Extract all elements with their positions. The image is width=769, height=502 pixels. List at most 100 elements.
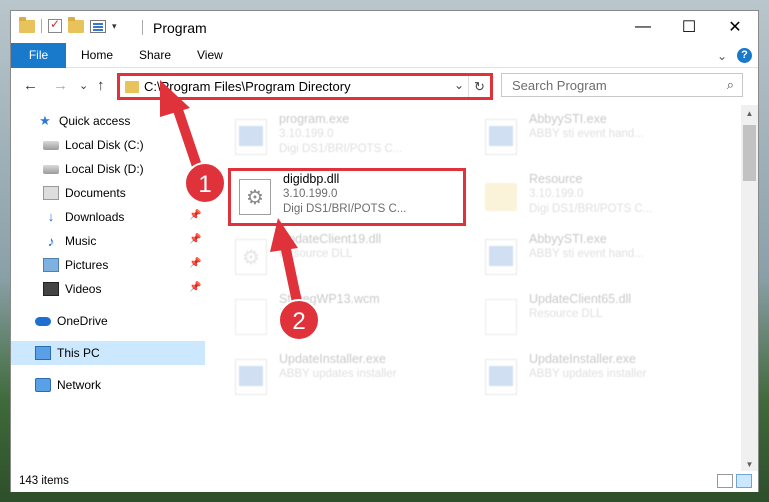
sidebar-item-documents[interactable]: Documents 📌 [11, 181, 205, 205]
sidebar-item-local-disk-c[interactable]: Local Disk (C:) [11, 133, 205, 157]
pin-icon[interactable]: 📌 [189, 234, 201, 245]
view-toggle [717, 474, 752, 488]
tab-share[interactable]: Share [139, 43, 171, 68]
file-description: Resource DLL [529, 308, 603, 320]
exe-file-icon [235, 119, 267, 155]
pin-icon[interactable]: 📌 [189, 186, 201, 197]
address-path[interactable]: C:\Program Files\Program Directory [144, 79, 351, 94]
file-description: ABBY updates installer [529, 368, 647, 380]
sidebar-item-label: OneDrive [57, 314, 108, 328]
list-item[interactable]: program.exe 3.10.199.0 Digi DS1/BRI/POTS… [229, 109, 461, 165]
sidebar-item-label: This PC [57, 346, 100, 360]
expand-ribbon-chevron-down-icon[interactable]: ⌄ [717, 49, 727, 63]
exe-file-icon [485, 359, 517, 395]
sidebar-item-this-pc[interactable]: This PC [11, 341, 205, 365]
dll-file-icon [235, 239, 267, 275]
large-icons-view-icon[interactable] [736, 474, 752, 488]
sidebar-item-onedrive[interactable]: OneDrive [11, 309, 205, 333]
drive-icon [43, 140, 59, 150]
file-name: UpdateClient65.dll [529, 292, 632, 306]
pin-icon[interactable]: 📌 [189, 258, 201, 269]
recent-locations-chevron-down-icon[interactable]: ⌄ [79, 79, 88, 92]
list-item[interactable]: StiRegWP13.wcm File [229, 289, 461, 345]
sidebar-item-quick-access[interactable]: ★ Quick access [11, 109, 205, 133]
sidebar-item-label: Documents [65, 186, 126, 200]
scroll-up-arrow-icon[interactable]: ▲ [741, 105, 758, 122]
details-view-icon[interactable] [717, 474, 733, 488]
address-row: ← → ⌄ ↑ C:\Program Files\Program Directo… [11, 69, 758, 103]
file-name: program.exe [279, 112, 350, 126]
up-arrow-icon[interactable]: ↑ [97, 77, 105, 94]
list-item[interactable]: AbbyySTI.exe ABBY sti event hand... [479, 109, 711, 165]
status-bar: 143 items [11, 471, 758, 492]
customize-toolbar-chevron-down-icon[interactable]: ▾ [112, 21, 117, 32]
exe-file-icon [235, 359, 267, 395]
properties-check-icon[interactable] [48, 17, 62, 33]
list-item[interactable]: UpdateClient65.dll Resource DLL [479, 289, 711, 345]
close-button[interactable]: ✕ [712, 11, 758, 43]
network-icon [35, 378, 51, 392]
file-explorer-window: ▾ Program — ☐ ✕ File Home Share View ⌄ ?… [10, 10, 759, 492]
ribbon-tabs: File Home Share View ⌄ ? [11, 43, 758, 68]
sidebar-item-downloads[interactable]: ↓ Downloads 📌 [11, 205, 205, 229]
sidebar-item-label: Videos [65, 282, 102, 296]
list-item[interactable]: UpdateInstaller.exe ABBY updates install… [479, 349, 711, 405]
highlight-box [228, 168, 466, 226]
file-name: UpdateClient19.dll [279, 232, 382, 246]
list-item[interactable]: UpdateInstaller.exe ABBY updates install… [229, 349, 461, 405]
forward-arrow-icon[interactable]: → [53, 77, 68, 94]
pin-icon[interactable]: 📌 [189, 210, 201, 221]
list-item[interactable]: Resource 3.10.199.0 Digi DS1/BRI/POTS C.… [479, 169, 711, 225]
tab-view[interactable]: View [197, 43, 223, 68]
navigation-pane: ★ Quick access Local Disk (C:) Local Dis… [11, 105, 205, 460]
folder-icon [125, 81, 139, 93]
sidebar-item-network[interactable]: Network [11, 373, 205, 397]
divider [142, 20, 143, 35]
sidebar-item-music[interactable]: ♪ Music 📌 [11, 229, 205, 253]
file-name: AbbyySTI.exe [529, 112, 607, 126]
address-chevron-down-icon[interactable]: ⌄ [454, 78, 464, 92]
file-icon [235, 299, 267, 335]
back-arrow-icon[interactable]: ← [23, 77, 38, 94]
tab-home[interactable]: Home [81, 43, 113, 68]
onedrive-icon [35, 316, 51, 326]
sidebar-item-pictures[interactable]: Pictures 📌 [11, 253, 205, 277]
refresh-icon[interactable]: ↻ [468, 76, 490, 97]
file-description: ABBY sti event hand... [529, 248, 644, 260]
new-folder-icon[interactable] [68, 16, 84, 33]
maximize-button[interactable]: ☐ [666, 11, 712, 43]
sidebar-item-label: Downloads [65, 210, 125, 224]
dll-file-icon [485, 299, 517, 335]
help-icon[interactable]: ? [737, 48, 752, 63]
properties-icon[interactable] [90, 19, 106, 33]
downloads-icon: ↓ [47, 209, 55, 224]
file-description: Resource DLL [279, 248, 353, 260]
this-pc-icon [35, 346, 51, 360]
search-input[interactable]: Search Program ⌕ [501, 73, 743, 97]
search-icon[interactable]: ⌕ [727, 77, 734, 93]
sidebar-item-label: Local Disk (C:) [65, 138, 144, 152]
pictures-icon [43, 258, 59, 272]
file-description: File [279, 308, 298, 320]
sidebar-item-label: Local Disk (D:) [65, 162, 144, 176]
tab-file[interactable]: File [11, 43, 66, 68]
scrollbar-thumb[interactable] [743, 125, 756, 181]
file-name: UpdateInstaller.exe [529, 352, 637, 366]
address-bar[interactable]: C:\Program Files\Program Directory ⌄ ↻ [117, 73, 493, 100]
title-bar: ▾ Program — ☐ ✕ [11, 11, 758, 43]
sidebar-item-videos[interactable]: Videos 📌 [11, 277, 205, 301]
list-item[interactable]: UpdateClient19.dll Resource DLL [229, 229, 461, 285]
window-controls: — ☐ ✕ [620, 11, 758, 43]
file-version: 3.10.199.0 [529, 188, 584, 200]
sidebar-item-local-disk-d[interactable]: Local Disk (D:) [11, 157, 205, 181]
sidebar-item-label: Music [65, 234, 97, 248]
exe-file-icon [485, 119, 517, 155]
vertical-scrollbar[interactable]: ▲ ▼ [741, 105, 758, 473]
pin-icon[interactable]: 📌 [189, 282, 201, 293]
star-icon: ★ [39, 113, 51, 128]
minimize-button[interactable]: — [620, 11, 666, 43]
file-version: 3.10.199.0 [279, 128, 334, 140]
music-icon: ♪ [47, 233, 55, 249]
list-item[interactable]: AbbyySTI.exe ABBY sti event hand... [479, 229, 711, 285]
file-name: AbbyySTI.exe [529, 232, 607, 246]
